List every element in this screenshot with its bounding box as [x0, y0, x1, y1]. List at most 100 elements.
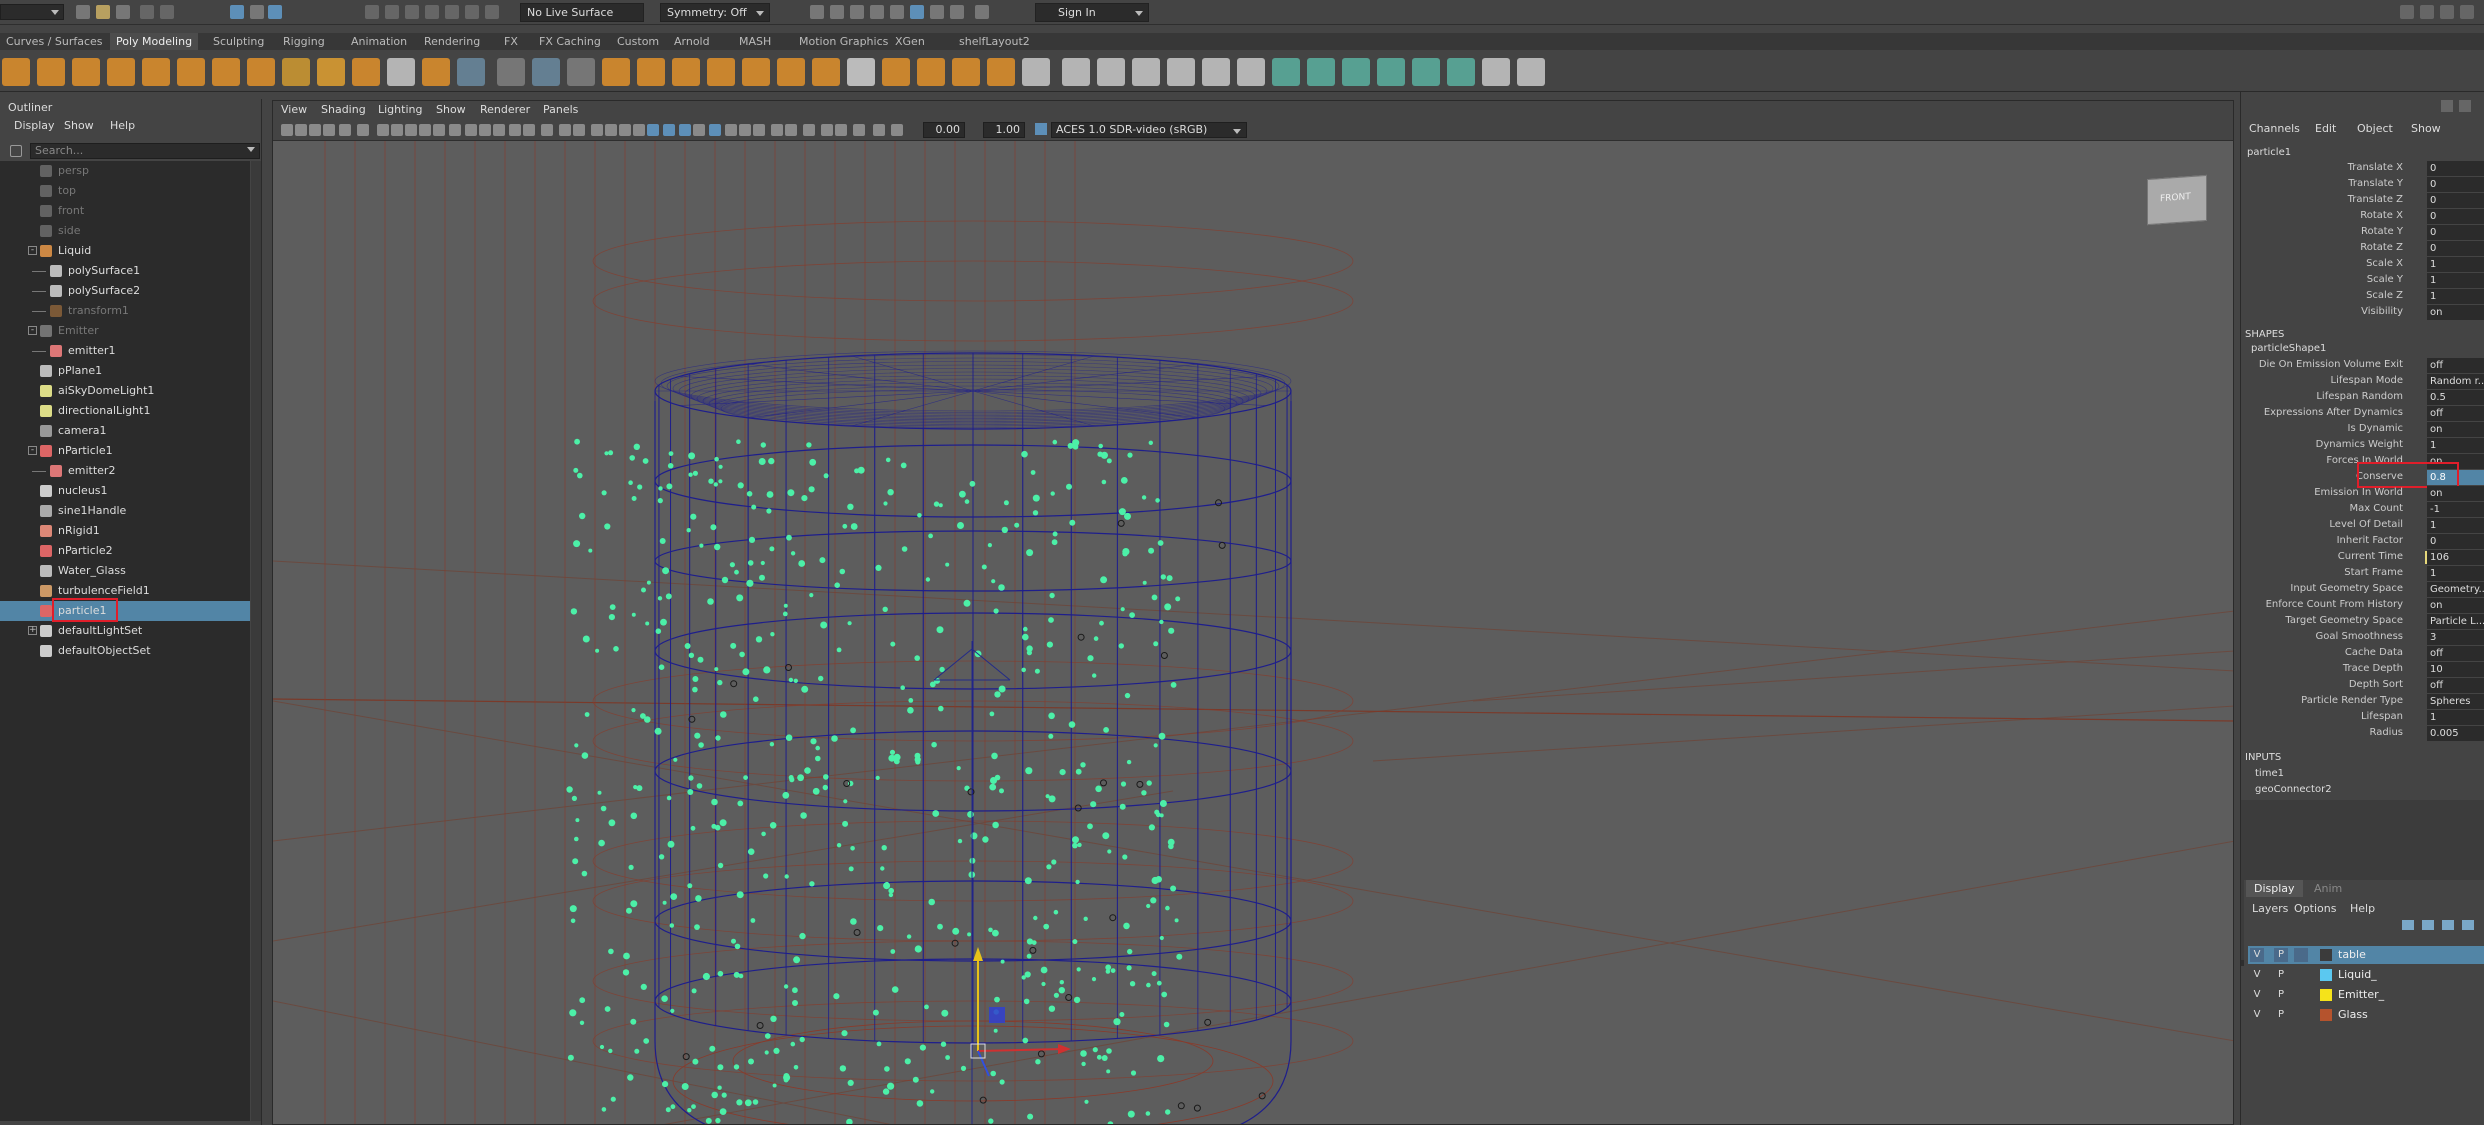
- snap-curve-icon[interactable]: [385, 5, 399, 19]
- viewport-tool-11-icon[interactable]: [433, 124, 445, 136]
- outliner-item-defaultobjectset[interactable]: defaultObjectSet: [0, 641, 250, 661]
- outliner-item-polysurface1[interactable]: polySurface1: [0, 261, 250, 281]
- viewport-tool-7-icon[interactable]: [377, 124, 389, 136]
- viewport-tool-15-icon[interactable]: [493, 124, 505, 136]
- planar-uv-icon[interactable]: [1237, 58, 1265, 86]
- outliner-item-front[interactable]: front: [0, 201, 250, 221]
- outliner-menu-help[interactable]: Help: [110, 119, 135, 132]
- channel-expressions-after-dynamics[interactable]: Expressions After Dynamics off: [2241, 406, 2484, 422]
- arnold-ipr-icon[interactable]: [950, 5, 964, 19]
- render-frame-icon[interactable]: [830, 5, 844, 19]
- channel-emission-in-world[interactable]: Emission In World on: [2241, 486, 2484, 502]
- channel-die-on-emission-volume-exit[interactable]: Die On Emission Volume Exit off: [2241, 358, 2484, 374]
- sign-in-dropdown[interactable]: Sign In: [1035, 3, 1149, 22]
- viewport-tool-19-icon[interactable]: [559, 124, 571, 136]
- channel-scale-y[interactable]: Scale Y 1: [2241, 273, 2484, 289]
- select-by-object-icon[interactable]: [250, 5, 264, 19]
- layer-color-swatch[interactable]: [2320, 989, 2332, 1001]
- layer-menu-layers[interactable]: Layers: [2252, 902, 2288, 915]
- tab-anim[interactable]: Anim: [2306, 880, 2350, 897]
- channel-rotate-y[interactable]: Rotate Y 0: [2241, 225, 2484, 241]
- viewport-tool-14-icon[interactable]: [479, 124, 491, 136]
- bevel-icon[interactable]: [882, 58, 910, 86]
- new-layer-selected-icon[interactable]: [2462, 920, 2474, 930]
- insert-loop-icon[interactable]: [917, 58, 945, 86]
- viewport-tool-5-icon[interactable]: [339, 124, 351, 136]
- render-view-icon[interactable]: [910, 5, 924, 19]
- shelf-tab-arnold[interactable]: Arnold: [668, 33, 716, 50]
- poly-cone-icon[interactable]: [107, 58, 135, 86]
- channel-value-field[interactable]: 1: [2427, 518, 2484, 533]
- collapse-icon[interactable]: [1097, 58, 1125, 86]
- layer-visibility-toggle[interactable]: V: [2250, 988, 2264, 1002]
- outliner-item-sine1handle[interactable]: sine1Handle: [0, 501, 250, 521]
- viewport-tool-6-icon[interactable]: [357, 124, 369, 136]
- layer-row-emitter[interactable]: V P Emitter_: [2248, 986, 2484, 1004]
- save-scene-icon[interactable]: [116, 5, 130, 19]
- arnold-render-icon[interactable]: [930, 5, 944, 19]
- channel-cache-data[interactable]: Cache Data off: [2241, 646, 2484, 662]
- poly-sphere-icon[interactable]: [2, 58, 30, 86]
- boolean-icon[interactable]: [602, 58, 630, 86]
- layer-row-glass[interactable]: V P Glass: [2248, 1006, 2484, 1024]
- smooth-icon[interactable]: [567, 58, 595, 86]
- channel-visibility[interactable]: Visibility on: [2241, 305, 2484, 321]
- append-icon[interactable]: [847, 58, 875, 86]
- outliner-item-defaultlightset[interactable]: + defaultLightSet: [0, 621, 250, 641]
- modeling-toolkit-icon[interactable]: [2420, 5, 2434, 19]
- outliner-item-emitter[interactable]: - Emitter: [0, 321, 250, 341]
- channel-inherit-factor[interactable]: Inherit Factor 0: [2241, 534, 2484, 550]
- channel-particle-render-type[interactable]: Particle Render Type Spheres: [2241, 694, 2484, 710]
- shelf-tab-custom[interactable]: Custom: [611, 33, 665, 50]
- viewport-tool-30-icon[interactable]: [725, 124, 737, 136]
- shelf-tab-xgen[interactable]: XGen: [889, 33, 931, 50]
- layer-display-type-toggle[interactable]: [2294, 948, 2308, 962]
- viewport-tool-3-icon[interactable]: [309, 124, 321, 136]
- layer-editor-icon[interactable]: [2459, 100, 2471, 112]
- fill-hole-icon[interactable]: [707, 58, 735, 86]
- channel-rotate-x[interactable]: Rotate X 0: [2241, 209, 2484, 225]
- poly-platonic-icon[interactable]: [247, 58, 275, 86]
- layer-menu-help[interactable]: Help: [2350, 902, 2375, 915]
- shelf-tab-poly-modeling[interactable]: Poly Modeling: [110, 33, 199, 50]
- viewport-tool-25-icon[interactable]: [647, 124, 659, 136]
- viewport-menu-show[interactable]: Show: [436, 103, 466, 116]
- outliner-search-input[interactable]: Search...: [30, 143, 260, 159]
- outliner-item-pplane1[interactable]: pPlane1: [0, 361, 250, 381]
- tab-display[interactable]: Display: [2246, 880, 2303, 897]
- channel-start-frame[interactable]: Start Frame 1: [2241, 566, 2484, 582]
- shelf-tab-motion-graphics[interactable]: Motion Graphics: [793, 33, 894, 50]
- viewport-tool-8-icon[interactable]: [391, 124, 403, 136]
- snap-surface-icon[interactable]: [445, 5, 459, 19]
- sculpt-icon[interactable]: [1447, 58, 1475, 86]
- search-options-icon[interactable]: [247, 147, 255, 156]
- channel-value-field[interactable]: Particle L...: [2427, 614, 2484, 629]
- channel-value-field[interactable]: on: [2427, 305, 2484, 320]
- live-surface-field[interactable]: No Live Surface: [520, 3, 644, 22]
- poly-svg-icon[interactable]: [387, 58, 415, 86]
- layer-display-type-toggle[interactable]: [2294, 1008, 2308, 1022]
- channel-depth-sort[interactable]: Depth Sort off: [2241, 678, 2484, 694]
- channel-trace-depth[interactable]: Trace Depth 10: [2241, 662, 2484, 678]
- channel-dynamics-weight[interactable]: Dynamics Weight 1: [2241, 438, 2484, 454]
- channel-lifespan-mode[interactable]: Lifespan Mode Random r...: [2241, 374, 2484, 390]
- viewport-tool-23-icon[interactable]: [619, 124, 631, 136]
- shelf-tab-rigging[interactable]: Rigging: [277, 33, 331, 50]
- channel-value-field[interactable]: 0: [2427, 534, 2484, 549]
- uv-editor-icon[interactable]: [1307, 58, 1335, 86]
- viewport-tool-12-icon[interactable]: [449, 124, 461, 136]
- viewport-tool-24-icon[interactable]: [633, 124, 645, 136]
- crease-icon[interactable]: [1517, 58, 1545, 86]
- viewport-menu-panels[interactable]: Panels: [543, 103, 578, 116]
- snap-grid-icon[interactable]: [365, 5, 379, 19]
- shelf-tab-mash[interactable]: MASH: [733, 33, 777, 50]
- merge-icon[interactable]: [1132, 58, 1160, 86]
- channel-rotate-z[interactable]: Rotate Z 0: [2241, 241, 2484, 257]
- channel-max-count[interactable]: Max Count -1: [2241, 502, 2484, 518]
- quadrangulate-icon[interactable]: [1202, 58, 1230, 86]
- channel-input-geometry-space[interactable]: Input Geometry Space Geometry...: [2241, 582, 2484, 598]
- menu-set-selector[interactable]: [0, 4, 64, 20]
- snap-view-icon[interactable]: [425, 5, 439, 19]
- channel-level-of-detail[interactable]: Level Of Detail 1: [2241, 518, 2484, 534]
- channel-value-field[interactable]: 106: [2427, 550, 2484, 565]
